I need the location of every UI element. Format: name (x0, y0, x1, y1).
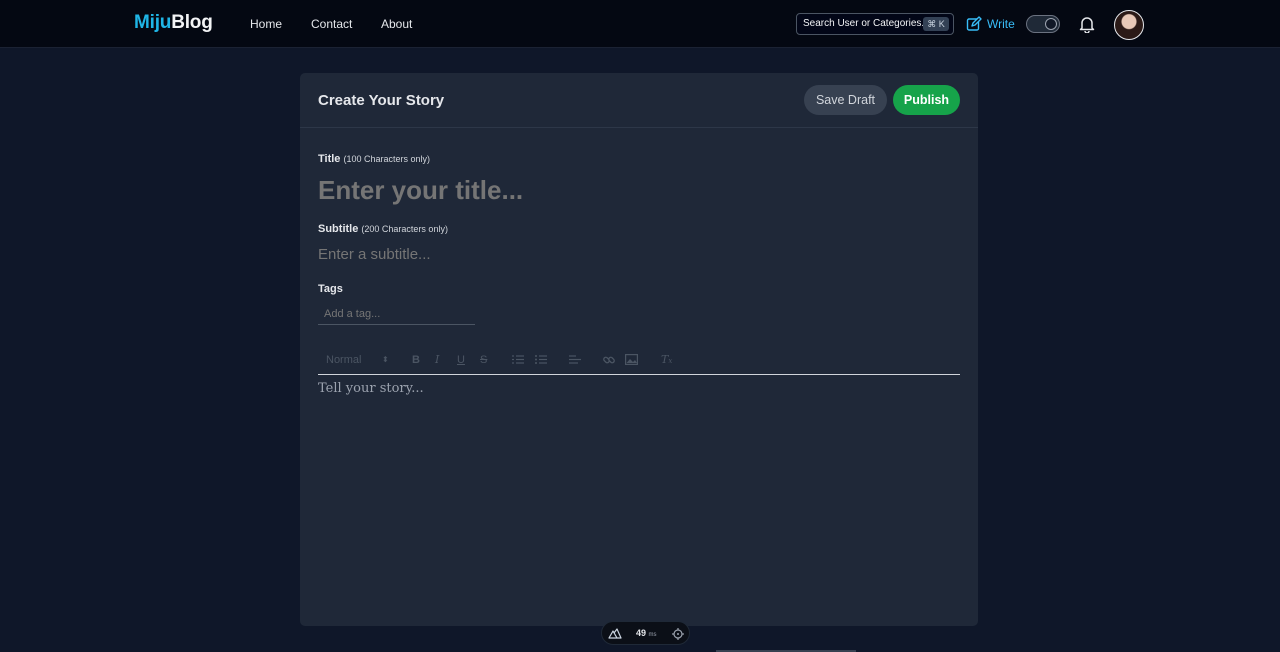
clear-format-icon[interactable]: Tx (661, 353, 672, 367)
write-button[interactable]: Write (966, 15, 1015, 33)
save-draft-button[interactable]: Save Draft (804, 85, 887, 115)
moon-icon (1045, 18, 1057, 30)
brand-logo[interactable]: MijuBlog (134, 12, 213, 34)
editor-header: Create Your Story Save Draft Publish (300, 73, 978, 128)
format-select[interactable]: Normal ⬍ (326, 353, 390, 367)
search-placeholder: Search User or Categories... (803, 18, 930, 29)
user-avatar[interactable] (1114, 10, 1144, 40)
subtitle-label-text: Subtitle (318, 223, 359, 235)
subtitle-input[interactable] (318, 243, 958, 265)
story-content-editor[interactable]: Tell your story... (318, 381, 960, 611)
subtitle-hint: (200 Characters only) (361, 224, 448, 234)
underline-icon[interactable]: U (457, 353, 465, 367)
title-hint: (100 Characters only) (343, 154, 431, 164)
align-left-icon[interactable] (569, 354, 581, 368)
page-title: Create Your Story (318, 92, 445, 109)
title-input[interactable] (318, 171, 958, 209)
search-input[interactable]: Search User or Categories... ⌘ K (796, 13, 954, 35)
dev-tools-badge[interactable]: 49 ms (601, 621, 690, 645)
ordered-list-icon[interactable] (512, 354, 524, 368)
title-label: Title (100 Characters only) (318, 153, 430, 165)
editor-toolbar: Normal ⬍ B I U S Tx (318, 347, 960, 375)
story-placeholder: Tell your story... (318, 381, 424, 396)
tag-input[interactable] (318, 304, 475, 325)
edit-icon (966, 16, 982, 31)
nuxt-logo-icon (608, 628, 622, 639)
search-shortcut: ⌘ K (923, 17, 949, 31)
subtitle-label: Subtitle (200 Characters only) (318, 223, 448, 235)
brand-part2: Blog (171, 12, 213, 33)
publish-button[interactable]: Publish (893, 85, 960, 115)
nav-home[interactable]: Home (250, 17, 282, 31)
italic-icon[interactable]: I (435, 353, 439, 367)
render-time-value: 49 (636, 628, 647, 638)
tags-label: Tags (318, 283, 343, 295)
bullet-list-icon[interactable] (535, 354, 547, 368)
write-label: Write (987, 17, 1015, 31)
render-time-unit: ms (648, 632, 657, 638)
top-navbar: MijuBlog Home Contact About Search User … (0, 0, 1280, 48)
notification-bell-icon[interactable] (1078, 15, 1096, 33)
nav-contact[interactable]: Contact (311, 17, 352, 31)
brand-part1: Miju (134, 12, 172, 33)
link-icon[interactable] (603, 354, 615, 368)
image-icon[interactable] (625, 354, 638, 368)
render-time: 49 ms (636, 628, 657, 638)
select-arrows-icon: ⬍ (382, 355, 389, 364)
format-select-value: Normal (326, 354, 362, 366)
strikethrough-icon[interactable]: S (480, 353, 487, 367)
crosshair-icon[interactable] (672, 628, 684, 640)
theme-toggle[interactable] (1026, 15, 1060, 33)
story-editor-card: Create Your Story Save Draft Publish Tit… (300, 73, 978, 626)
nav-about[interactable]: About (381, 17, 412, 31)
title-label-text: Title (318, 153, 341, 165)
bold-icon[interactable]: B (412, 353, 420, 367)
